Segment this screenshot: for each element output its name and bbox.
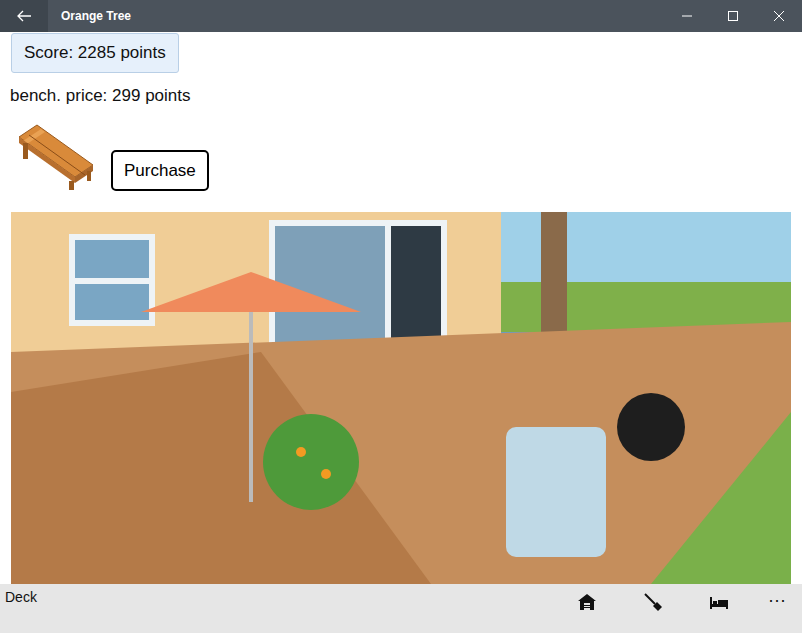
app-window: Orange Tree Score: 2285 points bench. pric…	[0, 0, 802, 633]
item-row: Purchase	[10, 119, 792, 191]
minimize-icon	[682, 11, 692, 21]
maximize-button[interactable]	[710, 0, 756, 32]
back-arrow-icon	[16, 8, 32, 24]
purchase-button[interactable]: Purchase	[111, 150, 209, 191]
house-button[interactable]	[554, 584, 620, 624]
price-label: bench. price: 299 points	[10, 85, 792, 107]
command-bar: Deck ···	[0, 584, 802, 633]
window-title: Orange Tree	[61, 9, 131, 23]
more-button[interactable]: ···	[752, 584, 802, 624]
bed-button[interactable]	[686, 584, 752, 624]
close-icon	[774, 11, 784, 21]
house-icon	[577, 592, 597, 612]
maximize-icon	[728, 11, 738, 21]
bed-icon	[709, 592, 729, 612]
deck-scene	[11, 212, 791, 584]
bench-icon	[15, 119, 95, 191]
rake-button[interactable]	[620, 584, 686, 624]
back-button[interactable]	[0, 0, 48, 32]
content: Score: 2285 points bench. price: 299 poin…	[0, 32, 802, 584]
deck-picture	[11, 212, 791, 584]
close-button[interactable]	[756, 0, 802, 32]
minimize-button[interactable]	[664, 0, 710, 32]
score-button[interactable]: Score: 2285 points	[11, 33, 179, 73]
title-bar: Orange Tree	[0, 0, 802, 32]
command-bar-label: Deck	[5, 588, 37, 606]
rake-icon	[643, 592, 663, 612]
